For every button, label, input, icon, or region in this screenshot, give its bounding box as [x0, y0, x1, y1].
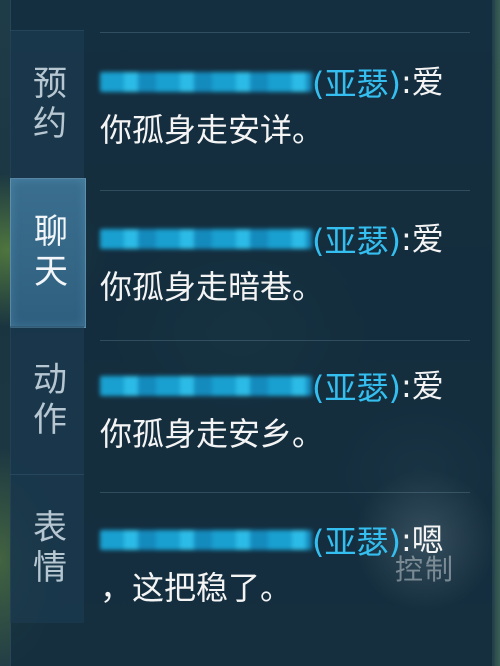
- tab-label: 表情: [26, 509, 67, 589]
- blurred-player-name: [100, 229, 312, 249]
- message-text: ，这把稳了。: [100, 569, 293, 607]
- tab-label: 预约: [26, 65, 67, 145]
- divider: [100, 190, 470, 191]
- message-text: 爱: [411, 367, 444, 405]
- tab-chat[interactable]: 聊天: [10, 178, 86, 328]
- blurred-player-name: [100, 72, 312, 92]
- divider: [100, 492, 470, 493]
- chat-message[interactable]: (亚瑟) : 嗯 ，这把稳了。: [100, 516, 470, 612]
- tab-label: 动作: [26, 361, 67, 441]
- chat-message[interactable]: (亚瑟) : 爱 你孤身走安详。: [100, 58, 470, 154]
- divider: [100, 340, 470, 341]
- tab-label: 聊天: [27, 213, 68, 293]
- message-text: 嗯: [411, 521, 444, 559]
- hero-name: (亚瑟): [312, 222, 401, 260]
- blurred-player-name: [100, 376, 312, 396]
- message-colon: :: [400, 367, 412, 405]
- tab-actions[interactable]: 动作: [10, 326, 84, 475]
- message-text: 爱: [411, 220, 444, 258]
- chat-message[interactable]: (亚瑟) : 爱 你孤身走安乡。: [100, 362, 470, 458]
- message-colon: :: [400, 220, 412, 258]
- hero-name: (亚瑟): [312, 65, 401, 103]
- chat-message[interactable]: (亚瑟) : 爱 你孤身走暗巷。: [100, 215, 470, 311]
- scene-edge: [492, 0, 500, 666]
- message-text: 爱: [411, 63, 444, 101]
- message-text: 你孤身走暗巷。: [100, 268, 325, 306]
- blurred-player-name: [100, 530, 312, 550]
- message-text: 你孤身走安乡。: [100, 415, 325, 453]
- tab-appointment[interactable]: 预约: [10, 30, 84, 179]
- hero-name: (亚瑟): [312, 369, 401, 407]
- message-colon: :: [400, 521, 412, 559]
- hero-name: (亚瑟): [312, 523, 401, 561]
- tab-emotes[interactable]: 表情: [10, 474, 84, 623]
- message-colon: :: [400, 63, 412, 101]
- message-text: 你孤身走安详。: [100, 111, 325, 149]
- divider: [100, 32, 470, 33]
